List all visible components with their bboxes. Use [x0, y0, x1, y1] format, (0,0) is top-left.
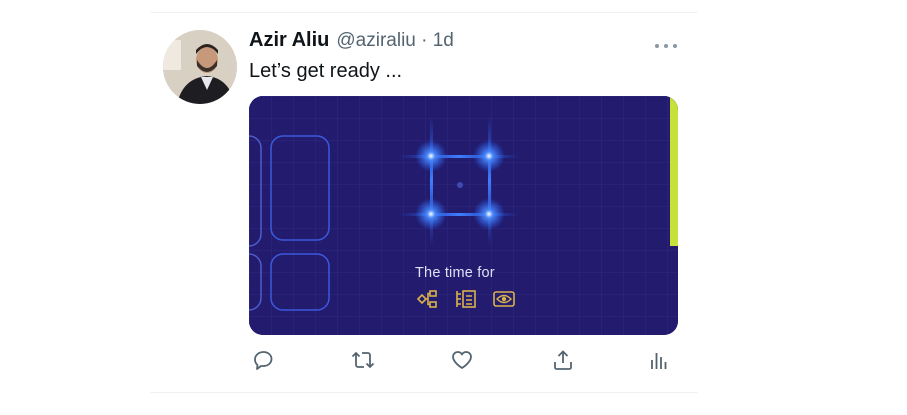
author-name[interactable]: Azir Aliu [249, 29, 329, 52]
tweet-header: Azir Aliu @aziraliu · 1d [249, 29, 454, 53]
heart-icon[interactable] [448, 346, 476, 374]
media-icon-row [416, 289, 516, 309]
tweet-media[interactable]: The time for [249, 96, 678, 335]
eye-icon [492, 289, 516, 309]
tweet-text: Let’s get ready ... [249, 60, 403, 82]
avatar[interactable] [163, 30, 237, 104]
retweet-icon[interactable] [349, 346, 377, 374]
media-caption: The time for [415, 265, 495, 281]
bottom-divider [150, 392, 698, 393]
top-divider [150, 12, 698, 13]
tweet-actions [249, 346, 679, 376]
analytics-icon[interactable] [644, 346, 672, 374]
checklist-icon [454, 289, 478, 309]
more-horizontal-icon[interactable] [654, 37, 678, 48]
reply-icon[interactable] [249, 346, 277, 374]
author-handle-time[interactable]: @aziraliu · 1d [336, 30, 454, 52]
workflow-icon [416, 289, 440, 309]
share-icon[interactable] [549, 346, 577, 374]
avatar-photo [163, 30, 237, 104]
